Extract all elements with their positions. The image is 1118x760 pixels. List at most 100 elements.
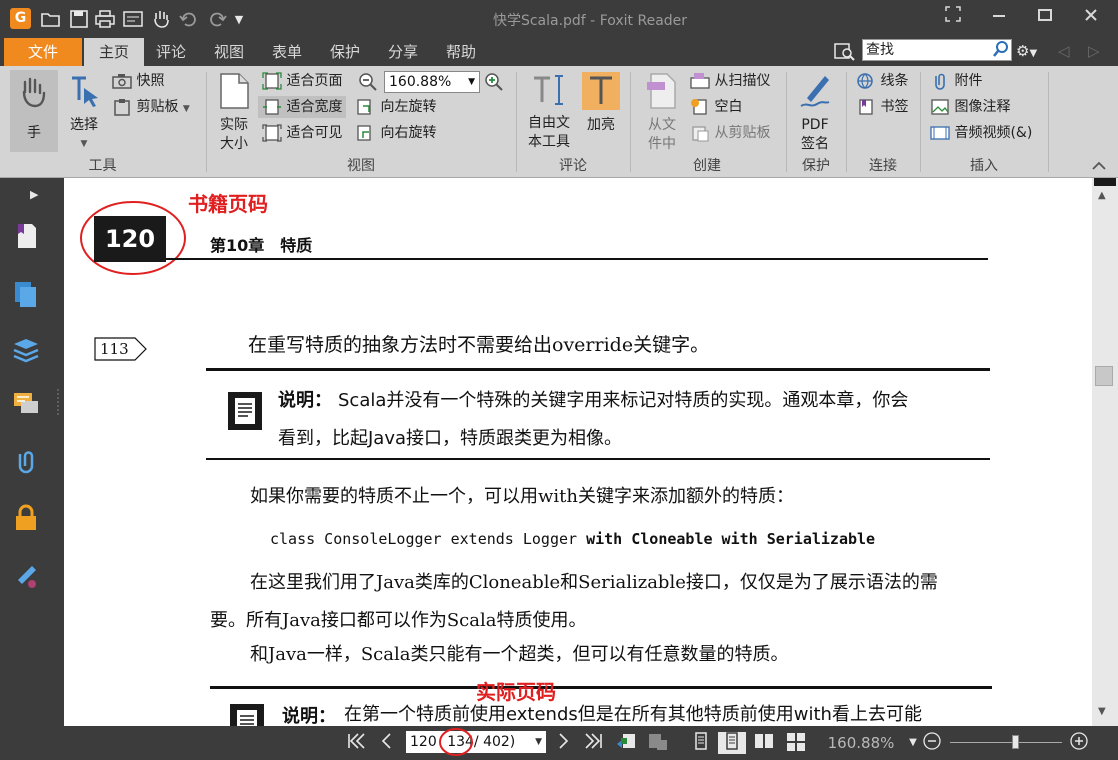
rotate-right-button[interactable]: 向右旋转 bbox=[356, 122, 436, 144]
status-bar: 160.88% ▼ bbox=[0, 726, 1118, 760]
from-file-label-2: 件中 bbox=[648, 136, 676, 152]
zoom-dropdown-icon[interactable]: ▼ bbox=[906, 732, 920, 754]
fullscreen-icon[interactable] bbox=[938, 6, 968, 28]
zoom-out-button[interactable] bbox=[922, 732, 942, 754]
scroll-up-icon[interactable]: ▲ bbox=[1098, 190, 1106, 201]
next-result-icon[interactable]: ▷ bbox=[1088, 42, 1108, 62]
pages-panel-icon[interactable] bbox=[12, 280, 40, 308]
facing-pages-icon[interactable] bbox=[752, 732, 776, 754]
image-annotation-label: 图像注释 bbox=[954, 99, 1011, 115]
zoom-level[interactable]: 160.88% bbox=[826, 732, 896, 754]
settings-gear-icon[interactable]: ⚙▼ bbox=[1016, 42, 1052, 62]
group-label-create: 创建 bbox=[693, 158, 721, 174]
zoom-slider-track[interactable] bbox=[950, 742, 1062, 743]
document-view[interactable]: 书籍页码 120 第10章 特质 113 在重写特质的抽象方法时不需要给出ove… bbox=[64, 178, 1092, 726]
select-text-icon bbox=[72, 76, 98, 107]
close-button[interactable] bbox=[1076, 6, 1106, 28]
scroll-down-icon[interactable]: ▼ bbox=[1098, 706, 1106, 717]
doc-para-4: 和Java一样，Scala类只能有一个超类，但可以有任意数量的特质。 bbox=[250, 644, 789, 665]
search-icon[interactable] bbox=[993, 40, 1009, 63]
from-file-button[interactable]: 从文 件中 bbox=[640, 72, 684, 154]
tab-file[interactable]: 文件 bbox=[4, 38, 82, 66]
single-page-icon[interactable] bbox=[690, 732, 712, 754]
zoom-select[interactable]: 160.88% ▼ bbox=[384, 71, 480, 93]
layers-panel-icon[interactable] bbox=[12, 336, 40, 364]
continuous-page-icon[interactable] bbox=[718, 732, 746, 754]
bookmark-panel-icon[interactable] bbox=[12, 222, 40, 250]
continuous-facing-icon[interactable] bbox=[784, 732, 808, 754]
zoom-out-icon[interactable] bbox=[358, 72, 378, 92]
tab-home[interactable]: 主页 bbox=[84, 38, 144, 66]
from-file-label-1: 从文 bbox=[648, 117, 676, 133]
last-page-icon[interactable] bbox=[582, 732, 606, 754]
attachment-label: 附件 bbox=[954, 73, 983, 89]
link-button[interactable]: 线条 bbox=[856, 70, 908, 92]
hand-button[interactable]: 手 bbox=[10, 70, 58, 152]
attachments-panel-icon[interactable] bbox=[12, 448, 40, 476]
clipboard-button[interactable]: 剪贴板 ▼ bbox=[112, 96, 190, 118]
tab-share[interactable]: 分享 bbox=[382, 38, 424, 66]
page-dropdown-icon[interactable]: ▼ bbox=[535, 731, 542, 753]
panel-resize-handle[interactable] bbox=[52, 178, 64, 726]
scrollbar-thumb[interactable] bbox=[1095, 366, 1113, 386]
actual-size-button[interactable]: 实际 大小 bbox=[212, 72, 256, 154]
tab-protect[interactable]: 保护 bbox=[324, 38, 366, 66]
doc-para-3-line-2: 要。所有Java接口都可以作为Scala特质使用。 bbox=[210, 610, 587, 631]
select-label: 选择 bbox=[70, 117, 98, 133]
previous-view-icon[interactable] bbox=[614, 732, 638, 754]
vertical-scrollbar[interactable]: ▲ ▼ bbox=[1092, 178, 1118, 726]
header-rule bbox=[166, 258, 988, 260]
comments-panel-icon[interactable] bbox=[12, 390, 40, 418]
note2-line-1: 在第一个特质前使用extends但是在所有其他特质前使用with看上去可能 bbox=[344, 704, 922, 725]
next-view-icon[interactable] bbox=[646, 732, 670, 754]
first-page-icon[interactable] bbox=[344, 732, 368, 754]
note2-icon bbox=[230, 704, 264, 726]
prev-page-icon[interactable] bbox=[376, 732, 396, 754]
pdf-sign-label-2: 签名 bbox=[801, 136, 829, 152]
zoom-in-icon[interactable] bbox=[484, 72, 504, 92]
tab-form[interactable]: 表单 bbox=[266, 38, 308, 66]
tab-comment[interactable]: 评论 bbox=[150, 38, 192, 66]
from-scanner-button[interactable]: 从扫描仪 bbox=[690, 70, 770, 92]
clipboard-dropdown-icon[interactable]: ▼ bbox=[183, 104, 190, 114]
note1-label: 说明： bbox=[278, 390, 332, 411]
select-button[interactable]: 选择 ▼ bbox=[62, 70, 106, 152]
bookmark-button[interactable]: 书签 bbox=[856, 96, 908, 118]
tab-help[interactable]: 帮助 bbox=[440, 38, 482, 66]
fit-visible-button[interactable]: 适合可见 bbox=[262, 122, 342, 144]
code-line: class ConsoleLogger extends Logger with … bbox=[270, 530, 875, 548]
zoom-in-button[interactable] bbox=[1068, 732, 1090, 754]
minimize-button[interactable] bbox=[984, 6, 1014, 28]
from-clipboard-button[interactable]: 从剪贴板 bbox=[690, 122, 770, 144]
page-current: 120 bbox=[410, 734, 437, 750]
rotate-left-button[interactable]: 向左旋转 bbox=[356, 96, 436, 118]
page-number-input[interactable]: 120 134/ 402) ▼ bbox=[406, 731, 546, 753]
next-page-icon[interactable] bbox=[554, 732, 574, 754]
image-annotation-button[interactable]: 图像注释 bbox=[930, 96, 1010, 118]
maximize-button[interactable] bbox=[1030, 6, 1060, 28]
tab-view[interactable]: 视图 bbox=[208, 38, 250, 66]
group-label-comment: 评论 bbox=[559, 158, 587, 174]
snapshot-button[interactable]: 快照 bbox=[112, 70, 164, 92]
prev-result-icon[interactable]: ◁ bbox=[1058, 42, 1078, 62]
note1-line-2: 看到，比起Java接口，特质跟类更为相像。 bbox=[278, 428, 623, 449]
audio-video-button[interactable]: 音频视频(&) bbox=[930, 122, 1032, 144]
select-dropdown-icon[interactable]: ▼ bbox=[62, 135, 106, 154]
zoom-slider-handle[interactable] bbox=[1012, 735, 1019, 749]
pdf-sign-button[interactable]: PDF 签名 bbox=[792, 72, 838, 154]
fit-page-button[interactable]: 适合页面 bbox=[262, 70, 342, 92]
attachment-button[interactable]: 附件 bbox=[930, 70, 982, 92]
page-total: / 402) bbox=[473, 734, 516, 750]
highlight-button[interactable]: 加亮 bbox=[580, 72, 622, 154]
blank-button[interactable]: 空白 bbox=[690, 96, 742, 118]
search-input[interactable]: 查找 bbox=[862, 39, 1012, 61]
typewriter-button[interactable]: 自由文 本工具 bbox=[524, 72, 574, 154]
security-lock-icon[interactable] bbox=[12, 504, 40, 532]
search-options-icon[interactable] bbox=[834, 42, 856, 62]
expand-panel-icon[interactable]: ▶ bbox=[30, 188, 42, 202]
signatures-panel-icon[interactable] bbox=[12, 562, 40, 590]
collapse-ribbon-icon[interactable] bbox=[1092, 156, 1108, 172]
fit-width-button[interactable]: 适合宽度 bbox=[258, 96, 347, 118]
fit-width-icon bbox=[263, 99, 281, 115]
create-from-file-icon bbox=[647, 73, 676, 109]
